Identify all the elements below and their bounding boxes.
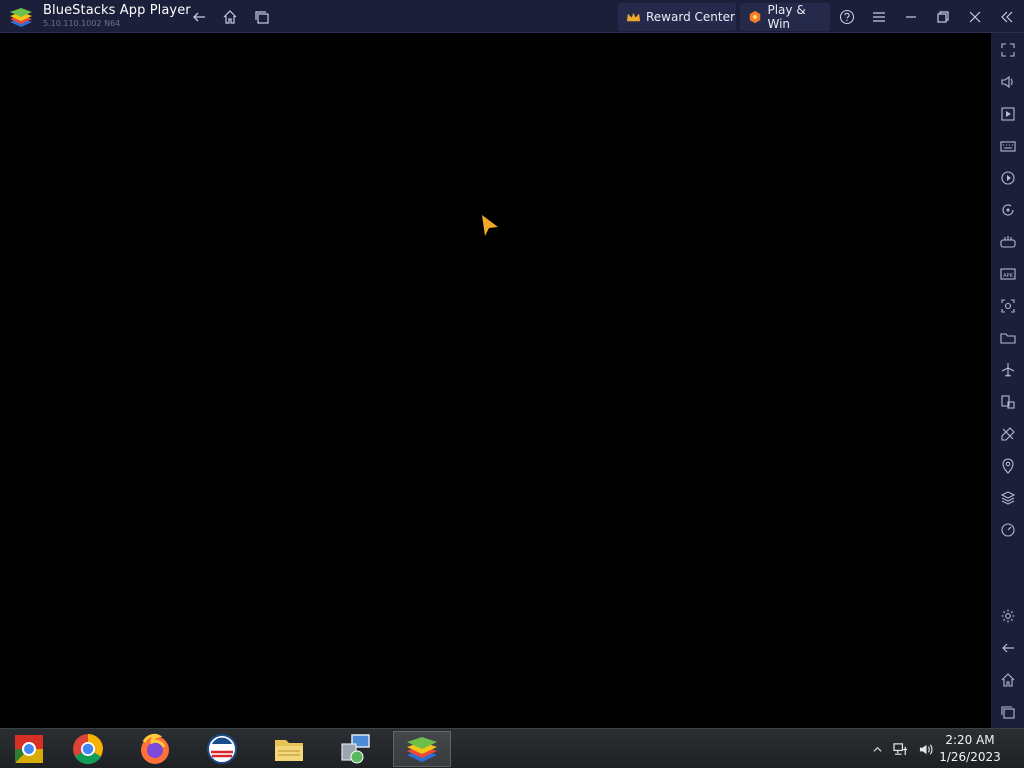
close-icon[interactable] <box>965 7 985 27</box>
macro-recorder-icon[interactable] <box>999 169 1017 187</box>
taskbar-network-tool[interactable] <box>326 731 384 767</box>
install-apk-icon[interactable]: APK <box>999 265 1017 283</box>
chrome-icon <box>73 734 103 765</box>
menu-hamburger-icon[interactable] <box>869 7 889 27</box>
settings-gear-icon[interactable] <box>999 607 1017 625</box>
taskbar-firefox[interactable] <box>126 731 184 767</box>
play-win-badge-icon <box>747 9 762 25</box>
title-bar: BlueStacks App Player 5.10.110.1002 N64 … <box>0 0 1024 33</box>
network-monitor-icon <box>341 734 370 764</box>
performance-gauge-icon[interactable] <box>999 521 1017 539</box>
location-icon[interactable] <box>999 457 1017 475</box>
back-arrow-icon[interactable] <box>189 7 209 27</box>
sidebar-home-icon[interactable] <box>999 671 1017 689</box>
restore-window-icon[interactable] <box>933 7 953 27</box>
airplane-mode-icon[interactable] <box>999 361 1017 379</box>
keyboard-controls-icon[interactable] <box>999 137 1017 155</box>
clock-date: 1/26/2023 <box>939 750 1001 764</box>
chrome-remote-start-icon <box>15 735 43 763</box>
taskbar-file-explorer[interactable] <box>260 731 318 767</box>
side-toolbar: APK <box>991 33 1024 728</box>
help-icon[interactable] <box>837 7 857 27</box>
play-and-win-button[interactable]: Play & Win <box>740 3 830 31</box>
bluestacks-icon <box>407 737 437 762</box>
mouse-cursor-icon <box>481 214 499 238</box>
sidebar-back-icon[interactable] <box>999 639 1017 657</box>
app-version: 5.10.110.1002 N64 <box>43 19 121 28</box>
bluestacks-logo-icon <box>9 5 33 29</box>
recent-apps-icon[interactable] <box>252 7 272 27</box>
layers-icon[interactable] <box>999 489 1017 507</box>
android-screen[interactable] <box>0 33 991 728</box>
reward-center-button[interactable]: Reward Center <box>618 3 736 31</box>
fullscreen-icon[interactable] <box>999 41 1017 59</box>
play-and-win-label: Play & Win <box>767 3 806 31</box>
svg-text:APK: APK <box>1003 273 1013 279</box>
obama-logo-icon <box>207 734 237 764</box>
system-clock[interactable]: 2:20 AM 1/26/2023 <box>930 732 1010 766</box>
start-button[interactable] <box>0 731 58 767</box>
windows-taskbar: 2:20 AM 1/26/2023 <box>0 728 1024 768</box>
reward-center-label: Reward Center <box>646 10 735 24</box>
gamepad-controls-icon[interactable] <box>999 233 1017 251</box>
screenshot-icon[interactable] <box>999 297 1017 315</box>
taskbar-obama-app[interactable] <box>193 731 251 767</box>
folder-icon <box>275 740 303 761</box>
minimize-icon[interactable] <box>901 7 921 27</box>
eco-mode-icon[interactable] <box>999 425 1017 443</box>
app-title: BlueStacks App Player <box>43 3 191 18</box>
media-manager-icon[interactable] <box>999 105 1017 123</box>
collapse-sidebar-icon[interactable] <box>997 7 1017 27</box>
show-hidden-icons-icon[interactable] <box>870 739 884 759</box>
folder-icon[interactable] <box>999 329 1017 347</box>
multi-instance-icon[interactable] <box>999 393 1017 411</box>
firefox-icon <box>141 733 169 764</box>
network-status-icon[interactable] <box>891 739 911 759</box>
clock-time: 2:20 AM <box>945 733 995 747</box>
taskbar-chrome[interactable] <box>59 731 117 767</box>
sidebar-recent-apps-icon[interactable] <box>999 703 1017 721</box>
crown-icon <box>625 9 641 25</box>
sync-rotate-icon[interactable] <box>999 201 1017 219</box>
volume-icon[interactable] <box>999 73 1017 91</box>
home-icon[interactable] <box>220 7 240 27</box>
taskbar-bluestacks[interactable] <box>393 731 451 767</box>
